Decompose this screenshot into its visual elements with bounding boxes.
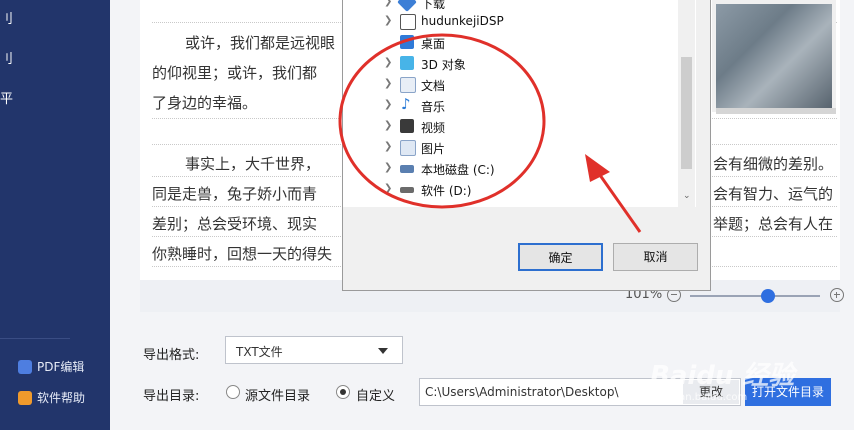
- tree-item-desktop[interactable]: 桌面: [343, 32, 683, 53]
- zoom-slider[interactable]: [690, 295, 820, 297]
- zoom-slider-handle[interactable]: [761, 289, 775, 303]
- tree-item-label: 文档: [421, 79, 446, 93]
- tree-item-label: 本地磁盘 (C:): [421, 163, 495, 177]
- tree-item-label: 软件 (D:): [421, 184, 472, 198]
- tree-scrollbar-thumb[interactable]: [681, 57, 692, 169]
- video-icon: [400, 119, 414, 133]
- radio-source-dir[interactable]: [226, 385, 240, 399]
- sidebar: 刂 刂 平 PDF编辑 软件帮助: [0, 0, 110, 430]
- chevron-right-icon[interactable]: ❯: [384, 78, 392, 89]
- tree-item-videos[interactable]: ❯ 视频: [343, 116, 683, 137]
- doc-line: 或许，我们都是远视眼: [185, 34, 336, 52]
- picture-icon: [400, 140, 416, 156]
- doc-line: 同是走兽，兔子娇小而青: [152, 185, 318, 203]
- tree-item-drive-c[interactable]: ❯ 本地磁盘 (C:): [343, 158, 683, 179]
- doc-line: 差别；总会受环境、现实: [152, 215, 318, 233]
- tree-item-documents[interactable]: ❯ 文档: [343, 74, 683, 95]
- tree-item-pictures[interactable]: ❯ 图片: [343, 137, 683, 158]
- watermark-logo: Baidu 经验: [650, 361, 795, 391]
- zoom-in-icon[interactable]: [830, 288, 844, 302]
- doc-line: 会有智力、运气的: [713, 185, 834, 203]
- doc-line: 了身边的幸福。: [152, 94, 258, 112]
- format-select[interactable]: TXT文件: [225, 336, 403, 364]
- cube-icon: [400, 56, 414, 70]
- chevron-right-icon[interactable]: ❯: [384, 120, 392, 131]
- doc-line: 举题；总会有人在: [713, 215, 834, 233]
- pdf-edit-icon: [18, 359, 32, 374]
- radio-custom-label: 自定义: [356, 389, 396, 404]
- pdf-edit-label: PDF编辑: [37, 360, 85, 374]
- dir-label: 导出目录:: [143, 389, 200, 404]
- chevron-right-icon[interactable]: ❯: [384, 15, 392, 26]
- format-select-value: TXT文件: [236, 345, 283, 359]
- help-icon: [18, 390, 32, 405]
- tree-item-drive-d[interactable]: ❯ 软件 (D:): [343, 179, 683, 200]
- ok-button[interactable]: 确定: [518, 243, 603, 271]
- disk-icon: [400, 187, 414, 193]
- tree-item-label: 图片: [421, 142, 446, 156]
- desktop-icon: [400, 35, 414, 49]
- format-label: 导出格式:: [143, 348, 200, 363]
- tree-item-3d[interactable]: ❯ 3D 对象: [343, 53, 683, 74]
- disk-icon: [400, 165, 414, 173]
- chevron-down-icon: [378, 348, 388, 354]
- radio-custom-dir[interactable]: [336, 385, 350, 399]
- watermark-url: jingyan.baidu.com: [655, 392, 748, 403]
- sidebar-item-3[interactable]: 平: [0, 88, 13, 107]
- folder-tree[interactable]: ❯ 下载 ❯ hudunkejiDSP 桌面 ❯ 3D 对象 ❯ 文档 ❯ ♪ …: [343, 0, 696, 207]
- doc-line: 你熟睡时，回想一天的得失: [152, 245, 333, 263]
- doc-line: 会有细微的差别。: [713, 155, 834, 173]
- tree-item-label: 3D 对象: [421, 58, 466, 72]
- chevron-right-icon[interactable]: ❯: [384, 162, 392, 173]
- sidebar-item-1[interactable]: 刂: [0, 8, 13, 27]
- chevron-right-icon[interactable]: ❯: [384, 99, 392, 110]
- app-icon: [400, 14, 416, 30]
- tree-item-label: hudunkejiDSP: [421, 14, 504, 28]
- document-photo: [712, 0, 836, 112]
- radio-source-label: 源文件目录: [245, 389, 311, 404]
- chevron-right-icon[interactable]: ❯: [384, 141, 392, 152]
- sidebar-divider: [0, 338, 70, 339]
- cancel-button[interactable]: 取消: [613, 243, 698, 271]
- tree-item-music[interactable]: ❯ ♪ 音乐: [343, 95, 683, 116]
- chevron-right-icon[interactable]: ❯: [384, 183, 392, 194]
- pdf-edit-link[interactable]: PDF编辑: [18, 358, 84, 375]
- photo-shadow: [716, 108, 836, 114]
- tree-item-label: 视频: [421, 121, 446, 135]
- tree-item-label: 音乐: [421, 100, 446, 114]
- chevron-right-icon[interactable]: ❯: [384, 0, 392, 7]
- help-link[interactable]: 软件帮助: [18, 389, 85, 406]
- document-icon: [400, 77, 416, 93]
- tree-item-label: 桌面: [421, 37, 446, 51]
- music-icon: ♪: [401, 95, 411, 113]
- export-path-value: C:\Users\Administrator\Desktop\: [425, 385, 619, 399]
- scroll-down-icon[interactable]: ⌄: [683, 191, 691, 201]
- doc-line: 的仰视里；或许，我们都: [152, 64, 318, 82]
- doc-line: 事实上，大千世界，: [185, 155, 321, 173]
- chevron-right-icon[interactable]: ❯: [384, 57, 392, 68]
- tree-item-hudunkeji[interactable]: ❯ hudunkejiDSP: [343, 11, 683, 32]
- help-label: 软件帮助: [37, 391, 86, 405]
- sidebar-item-2[interactable]: 刂: [0, 48, 13, 67]
